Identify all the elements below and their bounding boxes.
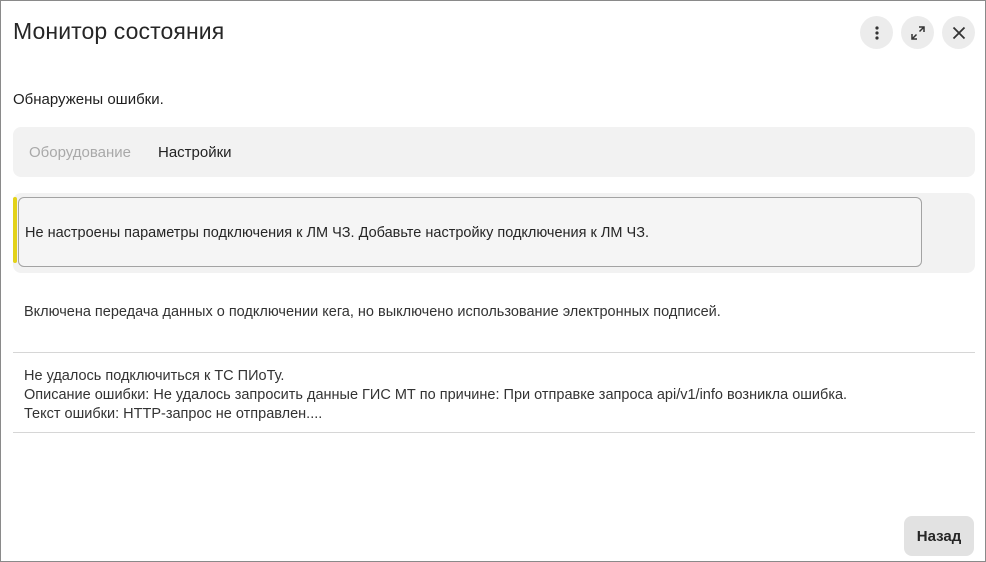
message-card-lm-connection[interactable]: Не настроены параметры подключения к ЛМ … xyxy=(18,197,922,267)
status-monitor-dialog: Монитор состояния Обнаружены ошибки. Обо… xyxy=(0,0,986,562)
warning-accent-bar xyxy=(13,197,17,263)
dialog-title: Монитор состояния xyxy=(13,18,225,44)
divider xyxy=(13,352,975,353)
close-button[interactable] xyxy=(942,16,975,49)
selected-message-row: Не настроены параметры подключения к ЛМ … xyxy=(13,193,975,273)
message-line: Описание ошибки: Не удалось запросить да… xyxy=(24,387,848,403)
more-vertical-icon xyxy=(874,25,879,40)
divider xyxy=(13,432,975,433)
errors-summary: Обнаружены ошибки. xyxy=(13,91,164,108)
tab-settings[interactable]: Настройки xyxy=(158,144,232,161)
back-button[interactable]: Назад xyxy=(904,516,974,556)
message-text: Не настроены параметры подключения к ЛМ … xyxy=(25,225,649,241)
message-line: Не удалось подключиться к ТС ПИоТу. xyxy=(24,368,285,384)
message-piot-connection[interactable]: Не удалось подключиться к ТС ПИоТу. Опис… xyxy=(24,367,847,424)
close-icon xyxy=(952,26,965,39)
expand-icon xyxy=(910,25,925,40)
expand-button[interactable] xyxy=(901,16,934,49)
more-options-button[interactable] xyxy=(860,16,893,49)
message-line: Текст ошибки: HTTP-запрос не отправлен..… xyxy=(24,406,323,422)
tab-equipment[interactable]: Оборудование xyxy=(29,144,131,161)
tab-bar: Оборудование Настройки xyxy=(13,127,975,177)
message-keg-signature[interactable]: Включена передача данных о подключении к… xyxy=(24,304,721,320)
